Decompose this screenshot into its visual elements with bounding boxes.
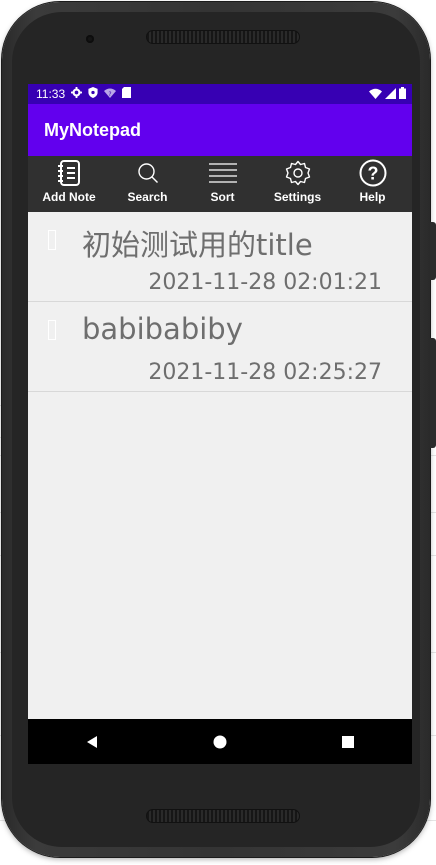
add-note-button[interactable]: Add Note <box>28 156 110 212</box>
sort-lines-icon <box>208 156 238 190</box>
shield-icon <box>88 87 98 101</box>
navigation-bar <box>28 719 412 764</box>
svg-text:?: ? <box>367 164 378 184</box>
volume-button[interactable] <box>430 222 436 280</box>
toolbar: Add Note Search Sort Settings ? Help <box>28 156 412 212</box>
svg-text:?: ? <box>109 91 112 98</box>
app-title: MyNotepad <box>44 119 142 140</box>
app-bar: MyNotepad <box>28 104 412 156</box>
list-item[interactable]: 初始测试用的title 2021-11-28 02:01:21 <box>28 212 412 302</box>
sd-card-icon <box>122 87 132 101</box>
notebook-icon <box>56 156 82 190</box>
note-date: 2021-11-28 02:01:21 <box>148 270 382 295</box>
home-icon[interactable] <box>200 722 240 762</box>
sort-button[interactable]: Sort <box>185 156 260 212</box>
help-label: Help <box>359 190 386 204</box>
front-camera <box>86 35 94 43</box>
note-marker <box>48 230 56 250</box>
help-icon: ? <box>359 156 387 190</box>
signal-icon <box>385 87 396 102</box>
status-right-icons <box>369 87 406 102</box>
wifi-question-icon: ? <box>104 88 117 101</box>
wifi-icon <box>369 88 382 102</box>
note-date: 2021-11-28 02:25:27 <box>148 360 382 385</box>
settings-button[interactable]: Settings <box>260 156 335 212</box>
help-button[interactable]: ? Help <box>335 156 410 212</box>
gear-icon <box>285 156 311 190</box>
status-bar: 11:33 ? <box>28 84 412 104</box>
add-note-label: Add Note <box>42 190 96 204</box>
note-marker <box>48 320 56 340</box>
search-button[interactable]: Search <box>110 156 185 212</box>
device-screen: 11:33 ? MyNotepad Add Note Search Sort S… <box>28 84 412 764</box>
search-icon <box>137 156 159 190</box>
notes-list: 初始测试用的title 2021-11-28 02:01:21 babibabi… <box>28 212 412 392</box>
battery-icon <box>399 87 406 102</box>
back-icon[interactable] <box>72 722 112 762</box>
note-title: 初始测试用的title <box>82 228 313 262</box>
note-title: babibabiby <box>82 312 243 346</box>
top-speaker <box>146 30 300 44</box>
settings-label: Settings <box>273 190 322 204</box>
recents-icon[interactable] <box>328 722 368 762</box>
sort-label: Sort <box>210 190 235 204</box>
bottom-speaker <box>146 809 300 823</box>
power-button[interactable] <box>430 338 436 448</box>
gear-icon <box>71 87 83 101</box>
list-item[interactable]: babibabiby 2021-11-28 02:25:27 <box>28 302 412 392</box>
status-time: 11:33 <box>36 87 66 101</box>
search-label: Search <box>127 190 168 204</box>
